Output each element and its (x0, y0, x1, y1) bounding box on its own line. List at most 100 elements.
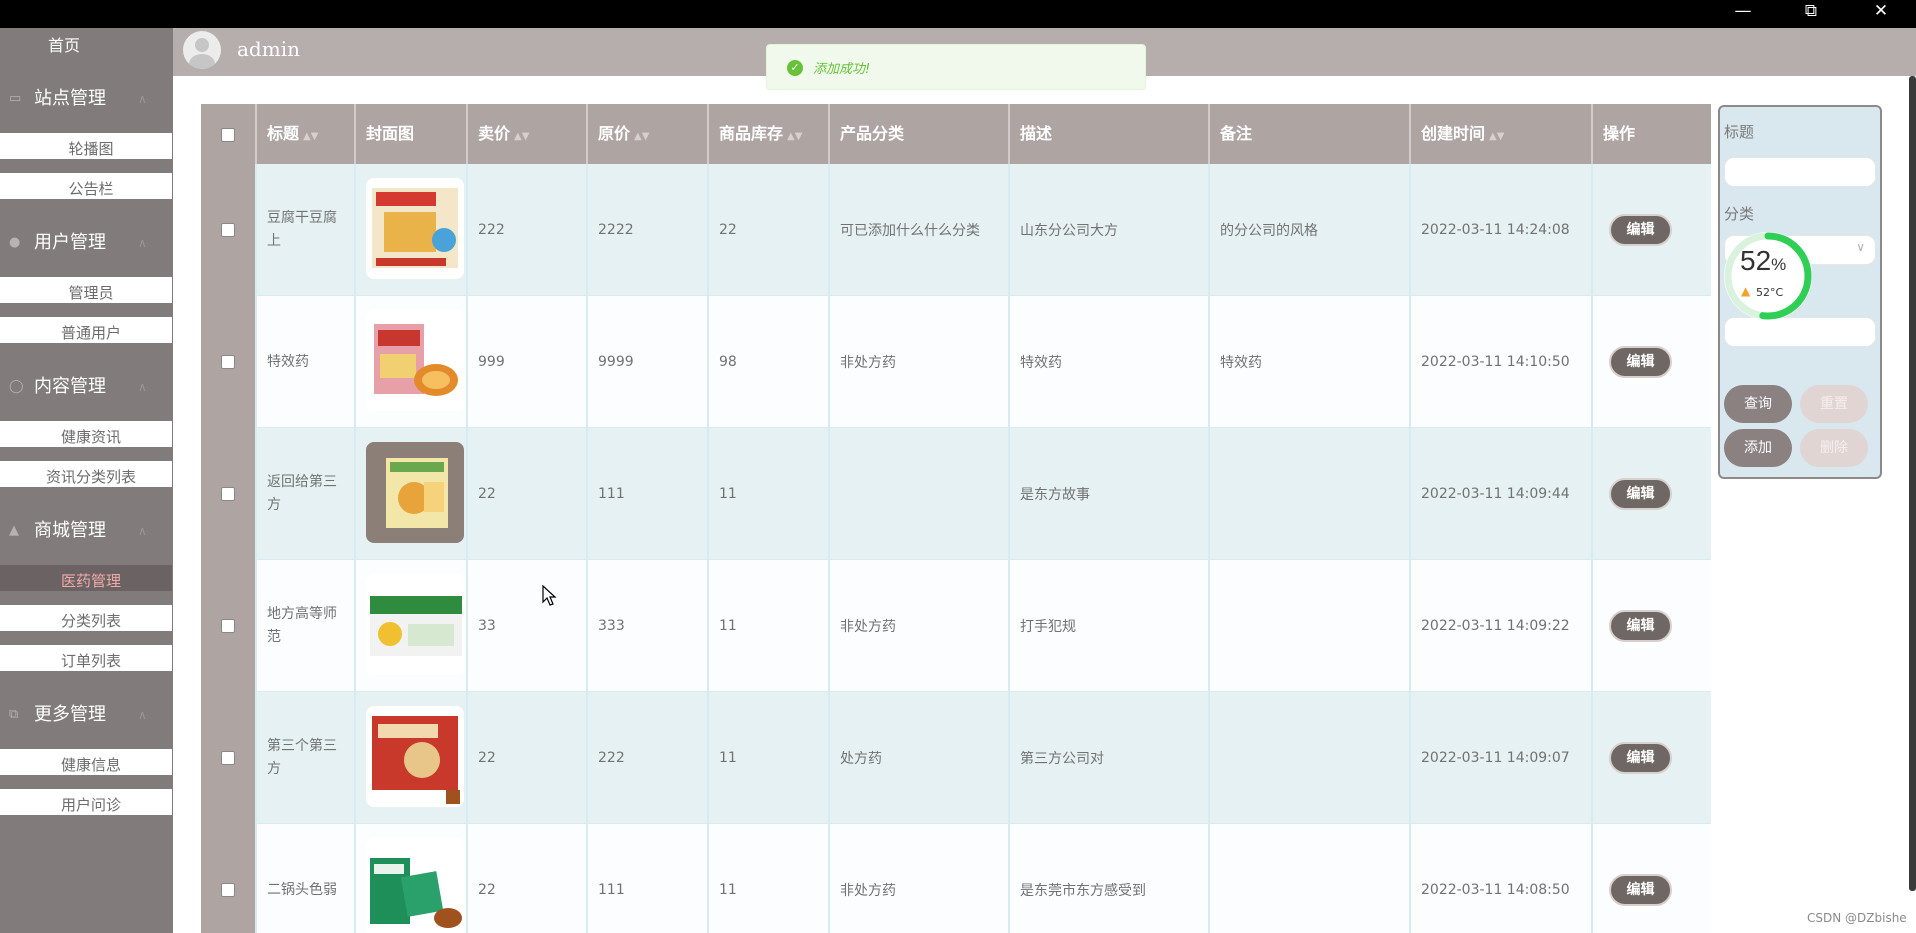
sidebar-item-carousel[interactable]: 轮播图 (0, 128, 172, 159)
column-header-price[interactable]: 卖价 ▲▼ (468, 104, 588, 164)
sidebar-group-content[interactable]: ◯ 内容管理 ∧ (0, 362, 173, 412)
cell-created: 2022-03-11 14:09:07 (1411, 692, 1593, 824)
table-row: 第三个第三方 22 222 11 处方药 第三方公司对 2022-03-11 1… (201, 692, 1711, 824)
close-icon[interactable]: ✕ (1852, 0, 1910, 24)
edit-button[interactable]: 编辑 (1609, 478, 1672, 510)
avatar[interactable] (183, 31, 221, 69)
cell-original-price: 2222 (588, 164, 709, 296)
sidebar-item-health-news[interactable]: 健康资讯 (0, 416, 172, 447)
cell-original-price: 111 (588, 428, 709, 560)
cell-stock: 11 (709, 428, 830, 560)
sidebar-group-label: 内容管理 (34, 376, 106, 397)
product-image (366, 442, 464, 543)
cell-actions: 编辑 (1593, 428, 1711, 560)
sidebar-group-site[interactable]: ▭ 站点管理 ∧ (0, 74, 173, 124)
sidebar-item-consultation[interactable]: 用户问诊 (0, 784, 172, 815)
sidebar-item-categories[interactable]: 分类列表 (0, 600, 172, 631)
sidebar-group-shop[interactable]: ▲ 商城管理 ∧ (0, 506, 173, 556)
cell-actions: 编辑 (1593, 824, 1711, 933)
sidebar-item-notice[interactable]: 公告栏 (0, 168, 172, 199)
row-checkbox[interactable] (201, 296, 257, 428)
sidebar-group-user[interactable]: ● 用户管理 ∧ (0, 218, 173, 268)
chevron-up-icon: ∧ (138, 708, 147, 722)
product-image (366, 706, 464, 807)
cell-stock: 11 (709, 692, 830, 824)
success-toast: ✓ 添加成功! (766, 44, 1146, 90)
edit-button[interactable]: 编辑 (1609, 874, 1672, 906)
sidebar-item-home[interactable]: 首页 (0, 28, 128, 64)
title-label: 标题 (1724, 123, 1755, 141)
scrollbar[interactable] (1909, 76, 1916, 891)
sort-icon: ▲▼ (634, 131, 650, 142)
sidebar-group-more[interactable]: ⧉ 更多管理 ∧ (0, 690, 173, 740)
cell-stock: 11 (709, 824, 830, 933)
monitor-icon: ▭ (9, 91, 22, 106)
row-checkbox[interactable] (201, 692, 257, 824)
chevron-down-icon: ∨ (1856, 240, 1865, 254)
cell-actions: 编辑 (1593, 560, 1711, 692)
window-titlebar: — ⧉ ✕ (0, 0, 1916, 28)
column-header-stock[interactable]: 商品库存 ▲▼ (709, 104, 830, 164)
column-header-description: 描述 (1010, 104, 1210, 164)
sidebar-group-label: 用户管理 (34, 232, 106, 253)
row-checkbox[interactable] (201, 560, 257, 692)
gauge-percent: 52% (1740, 245, 1787, 276)
column-header-created[interactable]: 创建时间 ▲▼ (1411, 104, 1593, 164)
check-circle-icon: ✓ (787, 60, 803, 76)
table-row: 特效药 999 9999 98 非处方药 特效药 特效药 2022-03-11 … (201, 296, 1711, 428)
edit-button[interactable]: 编辑 (1609, 610, 1672, 642)
sidebar-group-label: 商城管理 (34, 520, 106, 541)
cell-title: 第三个第三方 (257, 692, 356, 824)
sidebar-item-users[interactable]: 普通用户 (0, 312, 172, 343)
cell-price: 22 (468, 692, 588, 824)
cell-cover (356, 296, 468, 428)
column-header-title[interactable]: 标题 ▲▼ (257, 104, 356, 164)
cell-title: 地方高等师范 (257, 560, 356, 692)
cell-original-price: 333 (588, 560, 709, 692)
sidebar-item-medicine[interactable]: 医药管理 (0, 560, 172, 591)
title-input[interactable] (1724, 157, 1876, 187)
gauge-temperature: 52°C (1756, 286, 1784, 299)
cell-description: 第三方公司对 (1010, 692, 1210, 824)
cell-remark (1210, 824, 1411, 933)
column-header-original-price[interactable]: 原价 ▲▼ (588, 104, 709, 164)
cell-remark (1210, 692, 1411, 824)
content-icon: ◯ (9, 379, 24, 394)
sort-icon: ▲▼ (787, 131, 803, 142)
sidebar-group-label: 站点管理 (34, 88, 106, 109)
cell-description: 特效药 (1010, 296, 1210, 428)
row-checkbox[interactable] (201, 164, 257, 296)
edit-button[interactable]: 编辑 (1609, 346, 1672, 378)
chevron-up-icon: ∧ (138, 92, 147, 106)
cell-category: 非处方药 (830, 560, 1010, 692)
restore-icon[interactable]: ⧉ (1782, 0, 1840, 24)
add-button[interactable]: 添加 (1724, 429, 1792, 467)
row-checkbox[interactable] (201, 428, 257, 560)
cpu-gauge[interactable]: 52% ▲ 52°C (1720, 228, 1816, 324)
sidebar-item-health-info[interactable]: 健康信息 (0, 744, 172, 775)
minimize-icon[interactable]: — (1714, 0, 1772, 24)
table-row: 二锅头色弱 22 111 11 非处方药 是东莞市东方感受到 2022-03-1… (201, 824, 1711, 933)
toast-message: 添加成功! (813, 62, 871, 77)
cell-description: 是东方故事 (1010, 428, 1210, 560)
reset-button[interactable]: 重置 (1800, 385, 1868, 423)
edit-button[interactable]: 编辑 (1609, 742, 1672, 774)
query-button[interactable]: 查询 (1724, 385, 1792, 423)
cell-title: 返回给第三方 (257, 428, 356, 560)
chevron-up-icon: ∧ (138, 380, 147, 394)
sidebar-item-admins[interactable]: 管理员 (0, 272, 172, 303)
cell-original-price: 222 (588, 692, 709, 824)
cell-original-price: 9999 (588, 296, 709, 428)
column-header-cover: 封面图 (356, 104, 468, 164)
edit-button[interactable]: 编辑 (1609, 214, 1672, 246)
sidebar-item-news-categories[interactable]: 资讯分类列表 (0, 456, 172, 487)
row-checkbox[interactable] (201, 824, 257, 933)
cell-stock: 98 (709, 296, 830, 428)
cell-created: 2022-03-11 14:08:50 (1411, 824, 1593, 933)
select-all-checkbox[interactable] (201, 104, 257, 164)
sidebar-group-label: 更多管理 (34, 704, 106, 725)
delete-button[interactable]: 删除 (1800, 429, 1868, 467)
sidebar-item-orders[interactable]: 订单列表 (0, 640, 172, 671)
shop-icon: ▲ (9, 523, 19, 538)
cell-remark: 特效药 (1210, 296, 1411, 428)
